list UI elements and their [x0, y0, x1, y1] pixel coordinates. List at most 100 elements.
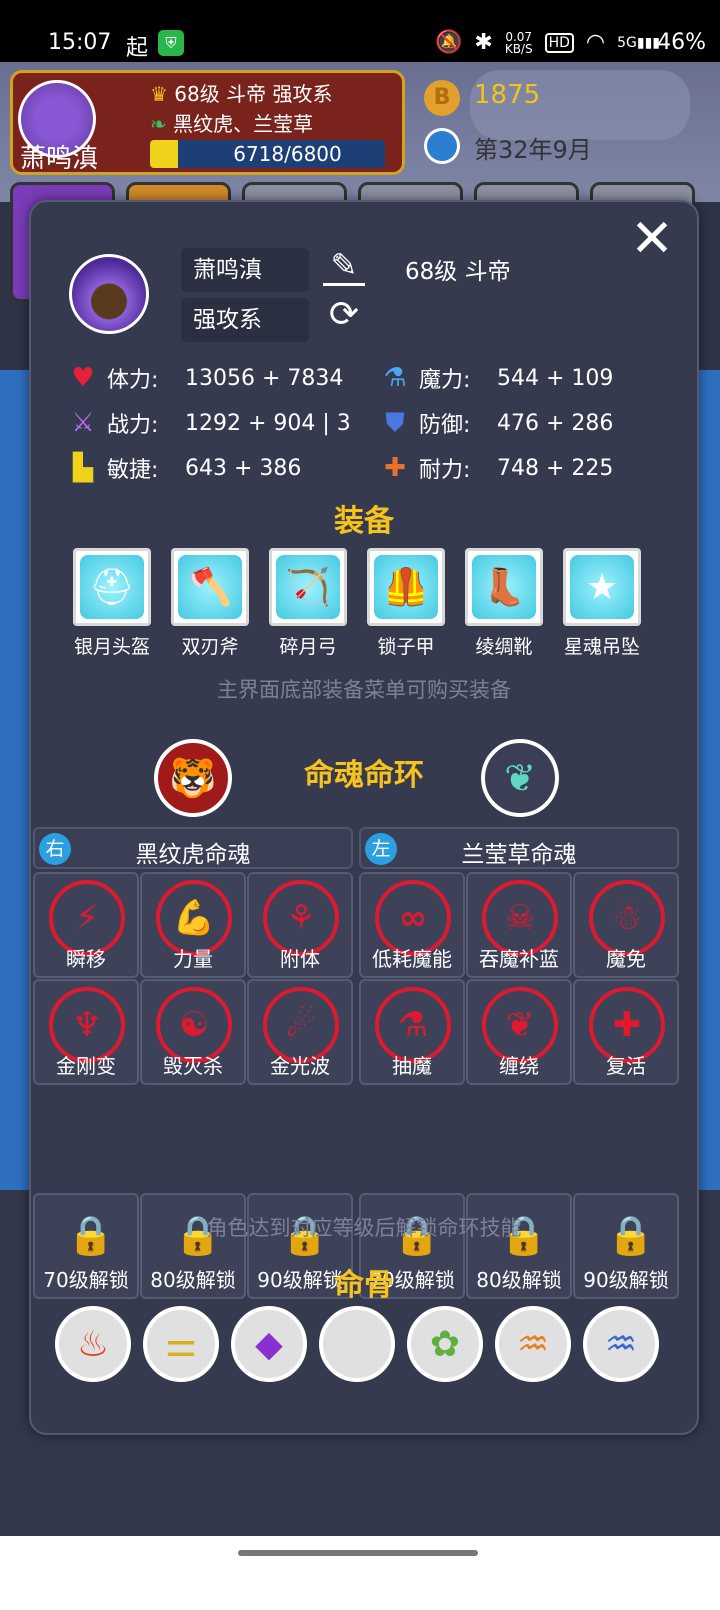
stat-value: 643 + 386	[185, 455, 302, 481]
status-bar: 15:07 起 ⛨ 🔕 ✱ 0.07 KB/S HD ◠ 5G▮▮▮ 46%	[0, 0, 720, 62]
status-right-icons: 🔕 ✱ 0.07 KB/S HD ◠ 5G▮▮▮	[435, 30, 660, 55]
stat-value: 748 + 225	[497, 455, 614, 481]
equipment-slot[interactable]: 🏹 碎月弓	[269, 548, 347, 659]
equipment-box: 🪓	[171, 548, 249, 626]
spirit-icon: ❧	[150, 112, 167, 136]
close-icon: ✕	[630, 209, 674, 269]
equipment-name: 银月头盔	[73, 636, 150, 658]
hero-role-field: 强攻系	[181, 298, 309, 342]
security-shield-icon: ⛨	[158, 30, 184, 56]
skill-cell[interactable]: ⚗ 抽魔	[359, 979, 465, 1085]
status-app-icon: 起	[126, 36, 149, 61]
stat-row: ♥ 体力: 13056 + 7834	[67, 360, 343, 396]
sword-icon: ⚔	[71, 408, 95, 438]
crown-icon: ♛	[150, 82, 168, 106]
edit-name-button[interactable]: ✎	[323, 246, 365, 286]
gold-coin-icon: B	[424, 80, 460, 116]
purple-bone-icon[interactable]: ◆	[231, 1306, 307, 1382]
skill-cell[interactable]: ⚡ 瞬移	[33, 872, 139, 978]
skill-cell[interactable]: ☯ 毁灭杀	[140, 979, 246, 1085]
pencil-icon: ✎	[330, 246, 358, 284]
skill-cell[interactable]: 💪 力量	[140, 872, 246, 978]
stat-value: 544 + 109	[497, 365, 614, 391]
skill-name: 瞬移	[66, 947, 106, 971]
right-soul-title: 黑纹虎命魂	[135, 842, 251, 868]
left-soul-header: 左 兰莹草命魂	[359, 827, 679, 869]
equipment-slot[interactable]: ★ 星魂吊坠	[563, 548, 641, 659]
equipment-slot[interactable]: 👢 绫绸靴	[465, 548, 543, 659]
equipment-title: 装备	[334, 504, 394, 539]
hero-name-field[interactable]: 萧鸣滇	[181, 248, 309, 292]
signal-icon: 5G▮▮▮	[617, 34, 660, 51]
skill-name: 吞魔补蓝	[479, 947, 559, 971]
equipment-name: 双刃斧	[181, 636, 239, 658]
hero-level-title: 68级 斗帝	[405, 259, 511, 285]
skill-name: 低耗魔能	[372, 947, 452, 971]
skill-cell[interactable]: ❦ 缠绕	[466, 979, 572, 1085]
skill-cell[interactable]: ☃ 魔免	[573, 872, 679, 978]
stat-row: ⚗ 魔力: 544 + 109	[379, 360, 613, 396]
gold-amount: 1875	[474, 80, 541, 110]
hero-level-line: ♛ 68级 斗帝 强攻系	[150, 82, 333, 106]
blue-bone-icon[interactable]: ♒	[583, 1306, 659, 1382]
equipment-name: 碎月弓	[279, 636, 337, 658]
equipment-box: ⛑	[73, 548, 151, 626]
equipment-slot[interactable]: 🦺 锁子甲	[367, 548, 445, 659]
stat-row: ⛊ 防御: 476 + 286	[379, 405, 613, 441]
stat-value: 1292 + 904 | 3	[185, 410, 351, 436]
spine-bone-icon[interactable]: ⚌	[143, 1306, 219, 1382]
heart-icon: ♥	[71, 363, 95, 393]
stat-label: 战力:	[107, 413, 159, 438]
equipment-box: 🦺	[367, 548, 445, 626]
empty-bone-icon[interactable]	[319, 1306, 395, 1382]
switch-role-button[interactable]: ⟳	[323, 294, 365, 336]
skill-cell[interactable]: ✚ 复活	[573, 979, 679, 1085]
skill-cell[interactable]: ☠ 吞魔补蓝	[466, 872, 572, 978]
skill-name: 金光波	[270, 1054, 330, 1078]
lock-hint: 角色达到对应等级后解锁命环技能	[206, 1216, 522, 1240]
skill-name: 复活	[606, 1054, 646, 1078]
equipment-name: 锁子甲	[377, 636, 435, 658]
equipment-box: ★	[563, 548, 641, 626]
stat-row: ⚔ 战力: 1292 + 904 | 3	[67, 405, 351, 441]
hero-portrait	[69, 254, 149, 334]
skill-cell[interactable]: ♆ 金刚变	[33, 979, 139, 1085]
hd-icon: HD	[544, 32, 574, 53]
skill-cell[interactable]: ∞ 低耗魔能	[359, 872, 465, 978]
stat-label: 敏捷:	[107, 458, 159, 483]
green-bone-icon[interactable]: ✿	[407, 1306, 483, 1382]
status-time: 15:07	[48, 30, 112, 55]
stat-row: ▙ 敏捷: 643 + 386	[67, 450, 301, 486]
skill-cell[interactable]: ☄ 金光波	[247, 979, 353, 1085]
right-soul-header: 右 黑纹虎命魂	[33, 827, 353, 869]
stat-value: 13056 + 7834	[185, 365, 344, 391]
skill-name: 金刚变	[56, 1054, 116, 1078]
fire-bone-icon[interactable]: ♨	[55, 1306, 131, 1382]
stat-value: 476 + 286	[497, 410, 614, 436]
equipment-slot[interactable]: 🪓 双刃斧	[171, 548, 249, 659]
system-nav-bar	[0, 1536, 720, 1610]
skill-cell[interactable]: ⚘ 附体	[247, 872, 353, 978]
stat-label: 魔力:	[419, 368, 471, 393]
stat-label: 防御:	[419, 413, 471, 438]
shield-icon: ⛊	[385, 408, 405, 438]
bow-icon: 🏹	[276, 555, 340, 619]
clock-icon	[424, 128, 460, 164]
skill-name: 魔免	[606, 947, 646, 971]
skill-name: 毁灭杀	[163, 1054, 223, 1078]
equipment-name: 绫绸靴	[475, 636, 533, 658]
boot-icon: ▙	[73, 453, 93, 483]
refresh-icon: ⟳	[328, 294, 360, 335]
stat-row: ✚ 耐力: 748 + 225	[379, 450, 613, 486]
skill-name: 抽魔	[392, 1054, 432, 1078]
home-indicator[interactable]	[238, 1550, 478, 1556]
orange-bone-icon[interactable]: ♒	[495, 1306, 571, 1382]
left-soul-title: 兰莹草命魂	[461, 842, 577, 868]
grass-soul-icon[interactable]: ❦	[481, 739, 559, 817]
game-date: 第32年9月	[474, 136, 592, 164]
bluetooth-icon: ✱	[474, 30, 493, 55]
close-button[interactable]: ✕	[627, 213, 677, 265]
equipment-slot[interactable]: ⛑ 银月头盔	[73, 548, 151, 659]
mute-icon: 🔕	[434, 30, 463, 55]
wifi-icon: ◠	[585, 30, 606, 55]
